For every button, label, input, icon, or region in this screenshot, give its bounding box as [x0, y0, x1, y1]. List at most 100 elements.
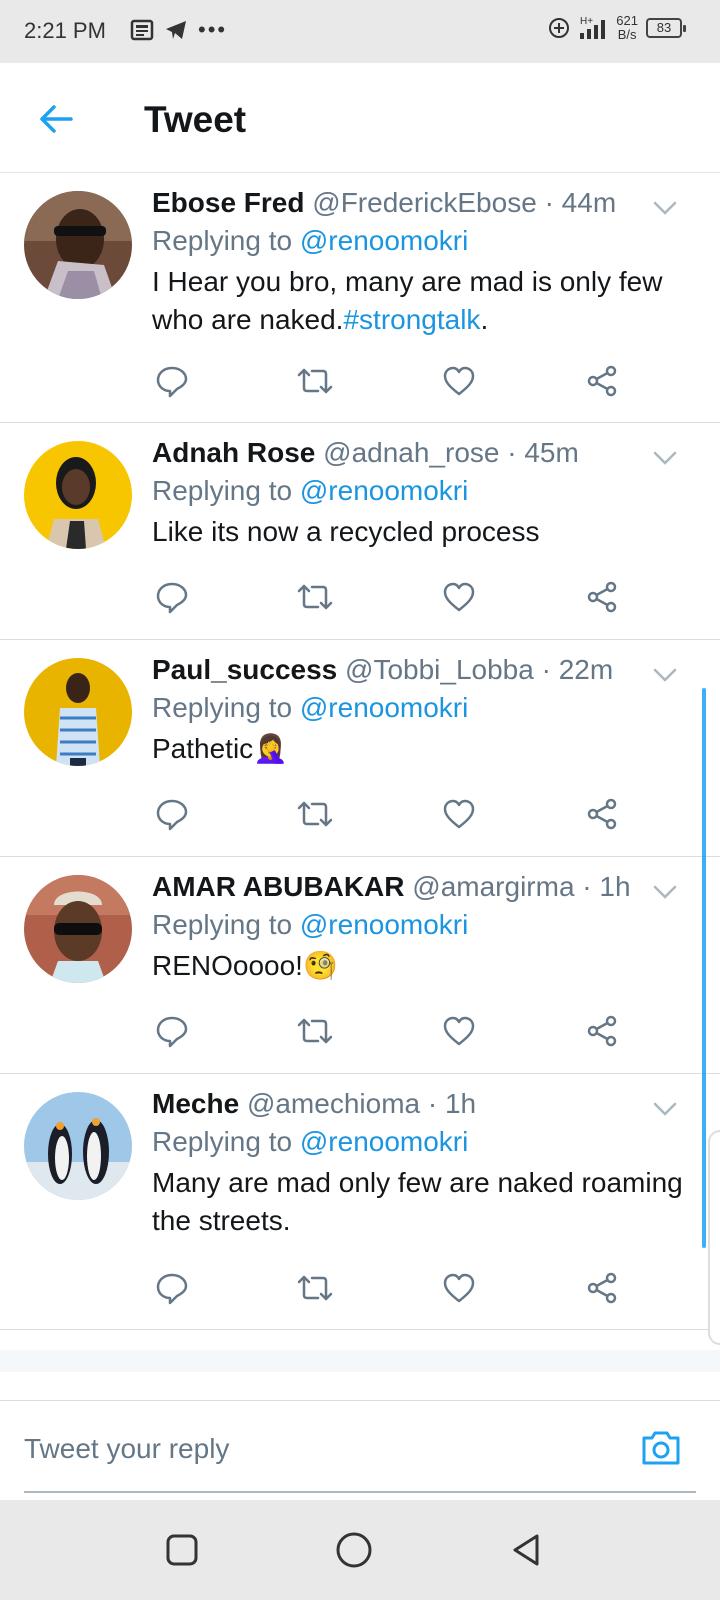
- like-button[interactable]: [439, 1011, 479, 1051]
- reply-composer: [0, 1400, 720, 1500]
- mention-link[interactable]: @renoomokri: [300, 475, 468, 506]
- network-speed: 621 B/s: [616, 13, 638, 42]
- avatar-image: [24, 875, 132, 983]
- author-handle[interactable]: @amechioma: [247, 1088, 420, 1119]
- like-button[interactable]: [439, 577, 479, 617]
- share-button[interactable]: [582, 1011, 622, 1051]
- reply-button[interactable]: [152, 794, 192, 834]
- tweet-text: Pathetic🤦‍♀️: [152, 733, 289, 764]
- heart-icon: [443, 1016, 474, 1046]
- mention-link[interactable]: @renoomokri: [300, 1126, 468, 1157]
- reply-button[interactable]: [152, 361, 192, 401]
- signal-icon: H+: [580, 16, 606, 39]
- share-button[interactable]: [582, 577, 622, 617]
- like-button[interactable]: [439, 1268, 479, 1308]
- chevron-down-icon[interactable]: [650, 660, 680, 690]
- share-icon: [587, 1015, 617, 1047]
- status-bar: 2:21 PM ••• H+ 621 B/s 83: [0, 0, 720, 63]
- author-handle[interactable]: @FrederickEbose: [312, 187, 537, 218]
- tweet-item[interactable]: Paul_success @Tobbi_Lobba · 22m Replying…: [0, 640, 720, 857]
- tweet-time: 44m: [561, 187, 617, 218]
- avatar[interactable]: [24, 441, 132, 549]
- author-handle[interactable]: @Tobbi_Lobba: [345, 654, 534, 685]
- share-icon: [587, 798, 617, 830]
- author-handle[interactable]: @adnah_rose: [323, 437, 499, 468]
- avatar[interactable]: [24, 658, 132, 766]
- retweet-button[interactable]: [295, 577, 335, 617]
- tweet-item[interactable]: Meche @amechioma · 1h Replying to @renoo…: [0, 1074, 720, 1330]
- author-handle[interactable]: @amargirma: [412, 871, 574, 902]
- reply-icon: [156, 366, 188, 398]
- avatar-image: [24, 441, 132, 549]
- retweet-button[interactable]: [295, 361, 335, 401]
- telegram-icon: [166, 21, 186, 39]
- avatar[interactable]: [24, 1092, 132, 1200]
- tweet-item[interactable]: Ebose Fred @FrederickEbose · 44m Replyin…: [0, 173, 720, 423]
- mention-link[interactable]: @renoomokri: [300, 692, 468, 723]
- author-name[interactable]: Paul_success: [152, 654, 337, 685]
- chevron-down-icon[interactable]: [650, 193, 680, 223]
- tweet-item[interactable]: AMAR ABUBAKAR @amargirma · 1h Replying t…: [0, 857, 720, 1074]
- retweet-button[interactable]: [295, 794, 335, 834]
- tweet-item[interactable]: Adnah Rose @adnah_rose · 45m Replying to…: [0, 423, 720, 640]
- share-icon: [587, 581, 617, 613]
- avatar-image: [24, 191, 132, 299]
- retweet-icon: [298, 801, 333, 827]
- avatar[interactable]: [24, 191, 132, 299]
- mention-link[interactable]: @renoomokri: [300, 909, 468, 940]
- like-button[interactable]: [439, 794, 479, 834]
- status-time: 2:21 PM: [24, 18, 106, 43]
- tweet-actions: [152, 361, 622, 401]
- author-name[interactable]: Adnah Rose: [152, 437, 315, 468]
- reply-button[interactable]: [152, 577, 192, 617]
- data-saver-icon: [549, 18, 570, 38]
- reply-icon: [156, 1273, 188, 1305]
- system-back-button[interactable]: [504, 1528, 548, 1572]
- author-name[interactable]: AMAR ABUBAKAR: [152, 871, 405, 902]
- camera-icon: [642, 1431, 680, 1465]
- reply-button[interactable]: [152, 1268, 192, 1308]
- like-button[interactable]: [439, 361, 479, 401]
- retweet-button[interactable]: [295, 1268, 335, 1308]
- tweet-actions: [152, 1011, 622, 1051]
- back-button[interactable]: [34, 97, 78, 141]
- reply-button[interactable]: [152, 1011, 192, 1051]
- reply-icon: [156, 582, 188, 614]
- retweet-icon: [298, 1018, 333, 1044]
- retweet-icon: [298, 584, 333, 610]
- reply-icon: [156, 799, 188, 831]
- chevron-down-icon[interactable]: [650, 1094, 680, 1124]
- separator-dot: ·: [427, 1088, 438, 1119]
- scrollbar[interactable]: [702, 688, 706, 1248]
- system-nav-bar: [0, 1500, 720, 1600]
- author-name[interactable]: Ebose Fred: [152, 187, 304, 218]
- author-name[interactable]: Meche: [152, 1088, 239, 1119]
- battery-indicator: 83: [646, 18, 686, 38]
- camera-button[interactable]: [636, 1423, 686, 1473]
- svg-text:H+: H+: [580, 16, 593, 27]
- hashtag-link[interactable]: #strongtalk: [343, 304, 480, 335]
- avatar[interactable]: [24, 875, 132, 983]
- reply-list: Ebose Fred @FrederickEbose · 44m Replyin…: [0, 173, 720, 1330]
- separator-dot: ·: [544, 187, 554, 218]
- home-button[interactable]: [332, 1528, 376, 1572]
- list-footer: [0, 1350, 720, 1372]
- replying-to: Replying to @renoomokri: [152, 225, 469, 256]
- retweet-button[interactable]: [295, 1011, 335, 1051]
- chevron-down-icon[interactable]: [650, 443, 680, 473]
- chevron-down-icon[interactable]: [650, 877, 680, 907]
- heart-icon: [443, 799, 474, 829]
- mention-link[interactable]: @renoomokri: [300, 225, 468, 256]
- scroll-handle[interactable]: [708, 1130, 720, 1345]
- recents-button[interactable]: [160, 1528, 204, 1572]
- top-app-bar: Tweet: [0, 63, 720, 173]
- separator-dot: ·: [582, 871, 592, 902]
- share-button[interactable]: [582, 361, 622, 401]
- tweet-actions: [152, 794, 622, 834]
- share-button[interactable]: [582, 794, 622, 834]
- tweet-actions: [152, 577, 622, 617]
- share-button[interactable]: [582, 1268, 622, 1308]
- news-icon: [130, 19, 154, 41]
- reply-input[interactable]: [24, 1429, 604, 1469]
- reply-icon: [156, 1016, 188, 1048]
